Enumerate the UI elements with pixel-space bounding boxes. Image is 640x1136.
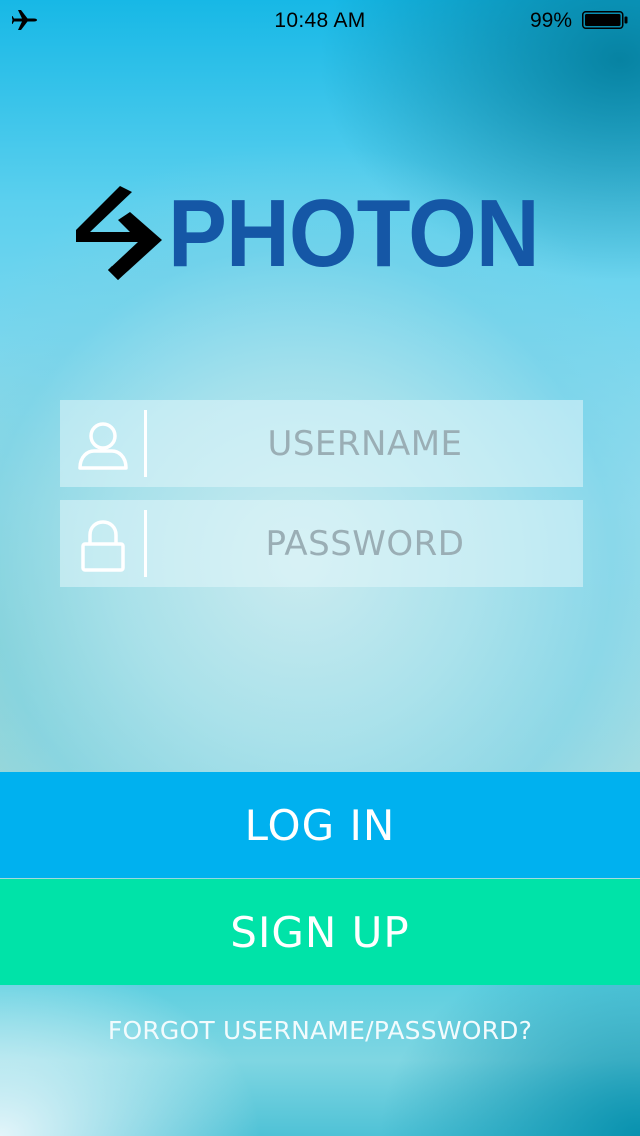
photon-logo: PHOTON — [74, 184, 570, 284]
login-screen: 10:48 AM 99% PHOTON LOG IN S — [0, 0, 640, 1136]
username-field[interactable] — [60, 400, 583, 487]
signup-button[interactable]: SIGN UP — [0, 879, 640, 985]
battery-percent: 99% — [529, 9, 572, 32]
battery-icon — [582, 11, 628, 29]
forgot-password-link[interactable]: FORGOT USERNAME/PASSWORD? — [0, 1016, 640, 1045]
field-divider — [144, 410, 147, 477]
login-button[interactable]: LOG IN — [0, 772, 640, 878]
bottom-area — [0, 985, 640, 1136]
photon-logo-mark-icon — [76, 186, 162, 280]
status-bar: 10:48 AM 99% — [0, 0, 640, 40]
password-input[interactable] — [150, 500, 580, 587]
user-icon — [78, 422, 128, 470]
field-divider — [144, 510, 147, 577]
password-field[interactable] — [60, 500, 583, 587]
logo-text: PHOTON — [168, 180, 540, 287]
username-input[interactable] — [150, 400, 580, 487]
lock-icon — [81, 520, 125, 572]
